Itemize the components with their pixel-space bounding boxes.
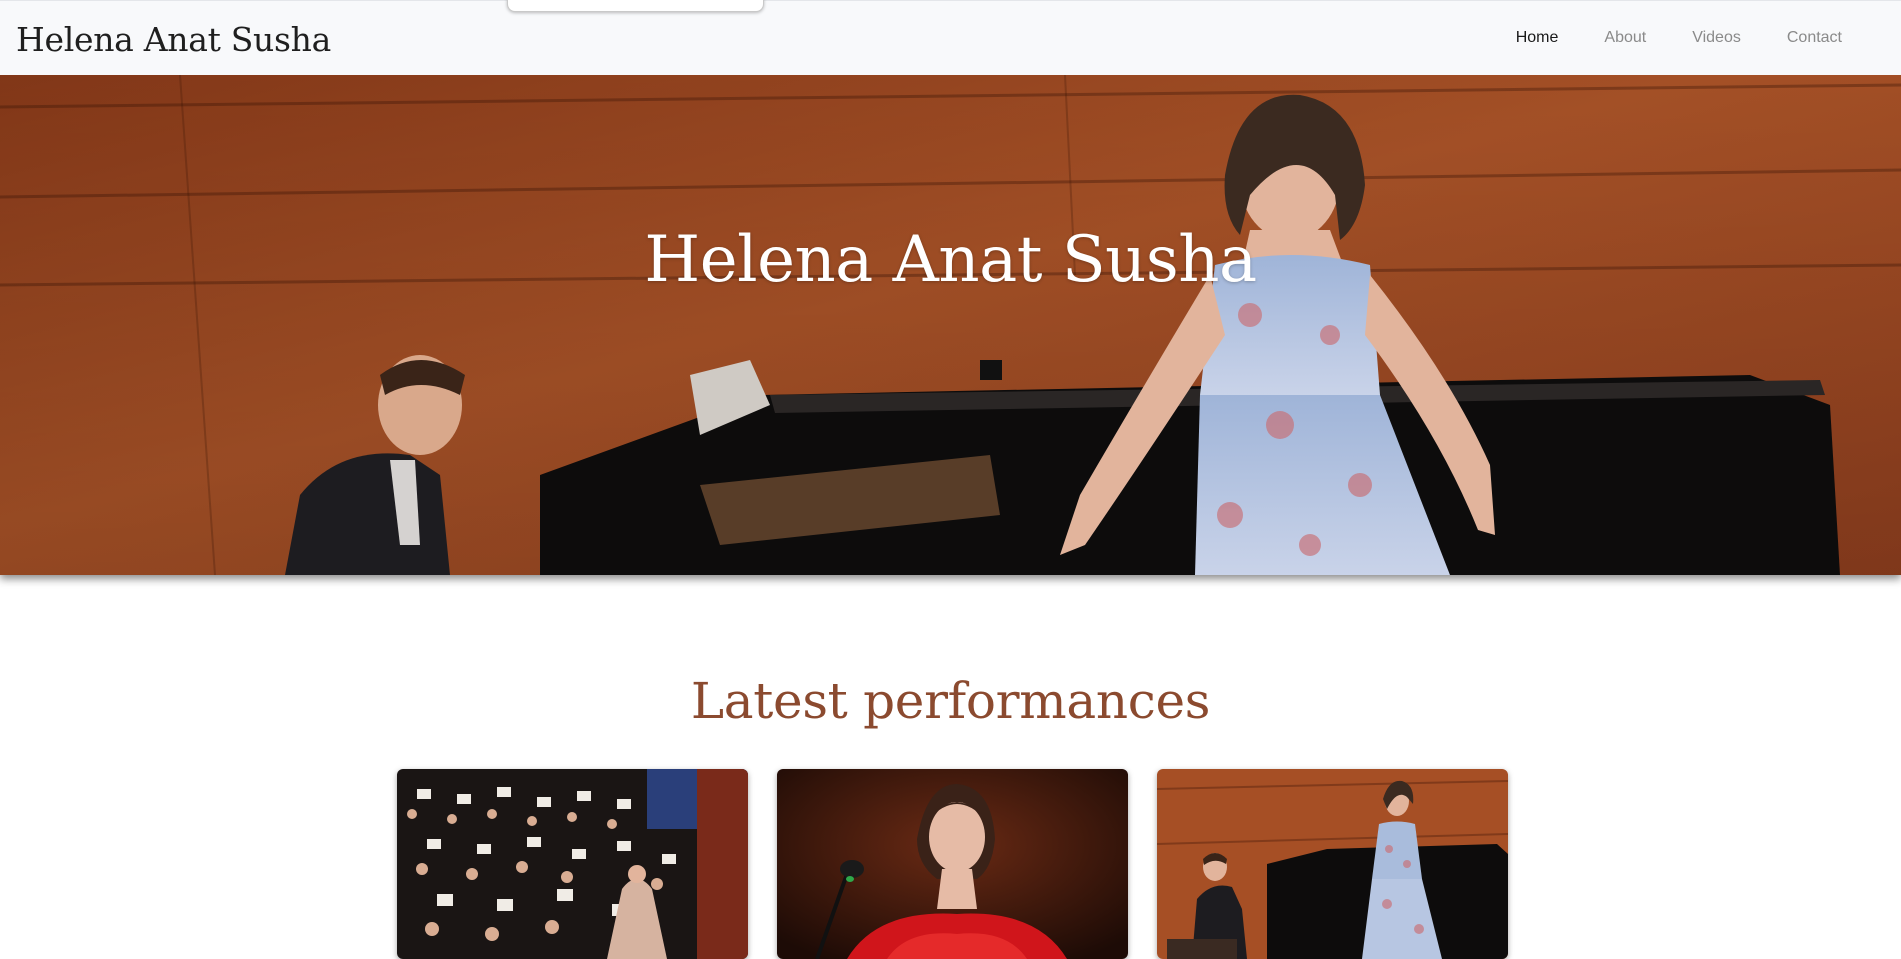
hero-photo xyxy=(0,75,1901,575)
hero-banner: Helena Anat Susha xyxy=(0,75,1901,575)
nav-links: Home About Videos Contact xyxy=(1493,21,1865,55)
nav-link-videos[interactable]: Videos xyxy=(1669,21,1764,55)
performance-card-red-dress[interactable] xyxy=(777,769,1128,959)
brand-logo-text[interactable]: Helena Anat Susha xyxy=(16,20,331,59)
performance-card-piano-duo[interactable] xyxy=(1157,769,1508,959)
performance-photo-piano-duo xyxy=(1157,769,1508,959)
performance-cards xyxy=(397,769,1508,959)
nav-link-home[interactable]: Home xyxy=(1493,21,1582,55)
performance-photo-red-dress xyxy=(777,769,1128,959)
browser-tab-overlay xyxy=(507,0,764,12)
nav-link-about[interactable]: About xyxy=(1581,21,1669,55)
navbar: Helena Anat Susha Home About Videos Cont… xyxy=(0,0,1901,75)
nav-link-contact[interactable]: Contact xyxy=(1764,21,1865,55)
performance-card-orchestra[interactable] xyxy=(397,769,748,959)
section-title-latest-performances: Latest performances xyxy=(690,672,1211,730)
performance-photo-orchestra xyxy=(397,769,748,959)
hero-title: Helena Anat Susha xyxy=(644,223,1257,297)
